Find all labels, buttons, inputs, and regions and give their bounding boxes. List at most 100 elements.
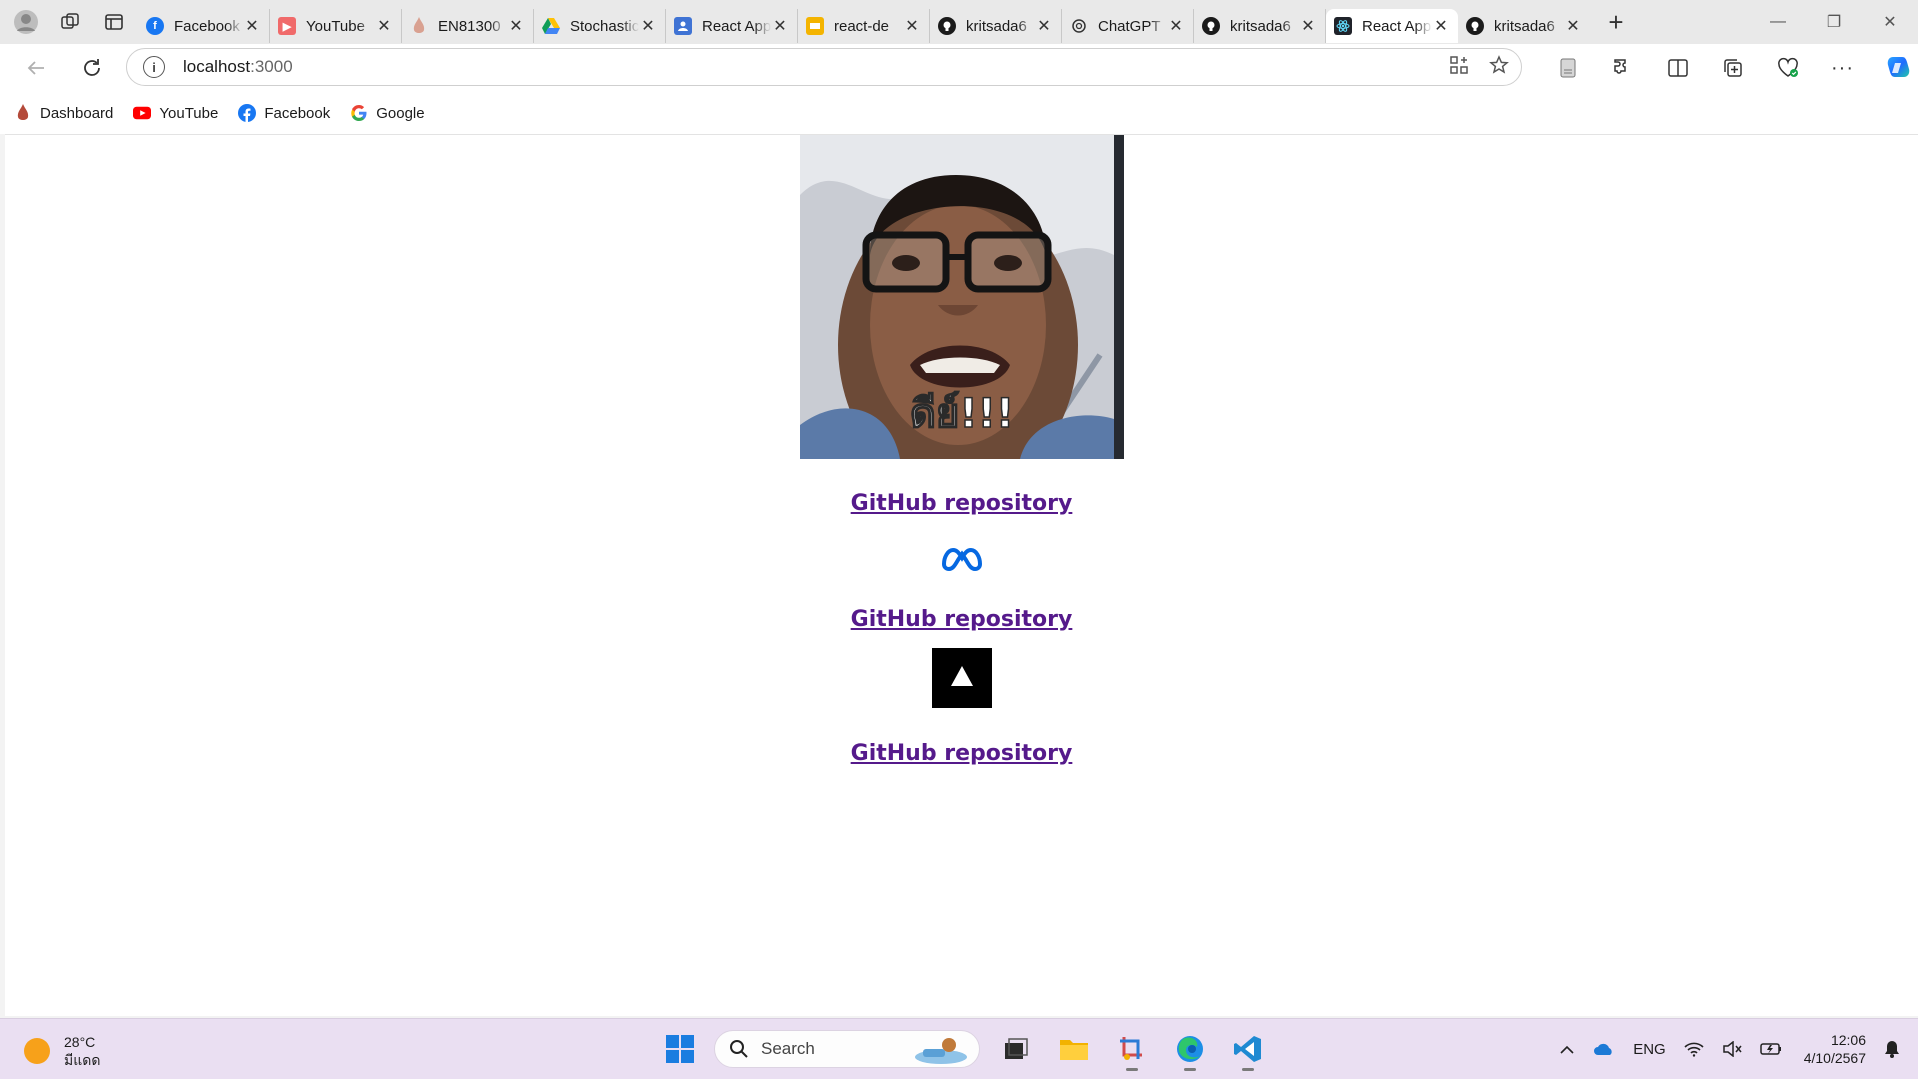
close-icon[interactable]: ✕ — [375, 16, 393, 36]
file-explorer-button[interactable] — [1052, 1027, 1096, 1071]
weather-temperature: 28°C — [64, 1034, 96, 1050]
github-repository-link[interactable]: GitHub repository — [851, 741, 1073, 766]
plus-icon: + — [1608, 6, 1624, 37]
notification-bell-icon[interactable] — [1884, 1040, 1900, 1058]
github-repository-link[interactable]: GitHub repository — [851, 607, 1073, 632]
snipping-tool-button[interactable] — [1110, 1027, 1154, 1071]
copilot-button[interactable] — [1870, 48, 1918, 88]
tab-facebook[interactable]: f Facebook ✕ — [138, 9, 270, 43]
browser-toolbar: i localhost:3000 ··· — [0, 44, 1918, 92]
close-icon[interactable]: ✕ — [1167, 16, 1185, 36]
tab-stochastic[interactable]: Stochastic ✕ — [534, 9, 666, 43]
tab-github-2[interactable]: kritsada6 ✕ — [1194, 9, 1326, 43]
restore-button[interactable]: ❐ — [1806, 0, 1862, 44]
hero-photo: ดีย์!!! — [799, 135, 1124, 459]
tab-react-app-active[interactable]: React App ✕ — [1326, 9, 1458, 43]
profile-avatar[interactable] — [8, 4, 44, 40]
close-icon[interactable]: ✕ — [1299, 16, 1317, 36]
google-drive-icon — [542, 17, 560, 35]
favorite-star-icon[interactable] — [1489, 54, 1509, 80]
close-icon[interactable]: ✕ — [1432, 16, 1450, 36]
split-screen-icon — [1667, 59, 1688, 77]
tab-title: React App — [1362, 17, 1432, 35]
bookmark-dashboard[interactable]: Dashboard — [14, 104, 113, 122]
battery-icon[interactable] — [1759, 1042, 1782, 1056]
github-icon — [938, 17, 956, 35]
collections-button[interactable] — [1705, 48, 1760, 88]
close-icon[interactable]: ✕ — [639, 16, 657, 36]
system-tray: ENG 12:06 4/10/2567 — [1541, 1027, 1900, 1071]
new-tab-button[interactable]: + — [1596, 4, 1636, 40]
restore-icon: ❐ — [1826, 14, 1842, 31]
reading-view-button[interactable] — [1540, 48, 1595, 88]
bookmark-google[interactable]: Google — [350, 104, 425, 122]
workspaces-icon — [61, 13, 79, 29]
close-icon[interactable]: ✕ — [1564, 16, 1582, 36]
link-row-2: GitHub repository — [5, 607, 1918, 632]
tab-github-3[interactable]: kritsada6 ✕ — [1458, 9, 1590, 43]
tab-react-app-1[interactable]: React App ✕ — [666, 9, 798, 43]
bookmark-facebook[interactable]: Facebook — [238, 104, 330, 122]
tab-react-de[interactable]: react-de ✕ — [798, 9, 930, 43]
reload-button[interactable] — [70, 48, 114, 88]
bookmark-youtube[interactable]: YouTube — [133, 104, 218, 122]
github-repository-link[interactable]: GitHub repository — [851, 491, 1073, 516]
tab-title: React App — [702, 17, 771, 35]
youtube-icon — [133, 104, 152, 122]
taskbar-search[interactable]: Search — [714, 1030, 980, 1068]
url-text[interactable]: localhost:3000 — [183, 57, 293, 77]
edge-icon — [1177, 1036, 1203, 1062]
search-label: Search — [761, 1039, 815, 1058]
toolbar-tools: ··· — [1540, 48, 1918, 88]
tab-youtube[interactable]: ▶ YouTube ✕ — [270, 9, 402, 43]
bookmark-label: YouTube — [159, 104, 219, 122]
tab-actions-icon — [105, 14, 123, 30]
taskbar-apps: Search — [660, 1027, 1270, 1071]
weather-description: มีแดด — [64, 1052, 101, 1068]
chevron-up-icon[interactable] — [1559, 1044, 1575, 1054]
tab-en81300[interactable]: EN81300 ✕ — [402, 9, 534, 43]
close-icon[interactable]: ✕ — [243, 16, 261, 36]
start-button[interactable] — [660, 1029, 700, 1069]
volume-muted-icon[interactable] — [1722, 1041, 1742, 1057]
user-card-icon — [674, 17, 692, 35]
close-icon[interactable]: ✕ — [771, 16, 789, 36]
windows-taskbar: 28°C มีแดด Search ENG 12:06 4/10/2567 — [0, 1018, 1918, 1079]
vscode-button[interactable] — [1226, 1027, 1270, 1071]
task-view-button[interactable] — [994, 1027, 1038, 1071]
weather-widget[interactable]: 28°C มีแดด — [24, 1033, 100, 1069]
settings-menu-button[interactable]: ··· — [1815, 48, 1870, 88]
browser-essentials-button[interactable] — [1760, 48, 1815, 88]
onedrive-icon[interactable] — [1593, 1041, 1615, 1057]
chatgpt-icon — [1070, 17, 1088, 35]
page-icon — [1560, 58, 1575, 78]
close-icon[interactable]: ✕ — [1035, 16, 1053, 36]
split-screen-button[interactable] — [1650, 48, 1705, 88]
github-icon — [1466, 17, 1484, 35]
address-bar[interactable]: i localhost:3000 — [126, 48, 1522, 86]
snipping-tool-icon — [1120, 1037, 1142, 1060]
close-icon[interactable]: ✕ — [903, 16, 921, 36]
meta-logo-icon — [941, 547, 982, 572]
workspaces-button[interactable] — [52, 4, 88, 40]
tab-actions-button[interactable] — [96, 4, 132, 40]
clock[interactable]: 12:06 4/10/2567 — [1804, 1031, 1866, 1067]
app-available-icon[interactable] — [1449, 55, 1469, 80]
minimize-button[interactable]: — — [1750, 0, 1806, 44]
edge-button[interactable] — [1168, 1027, 1212, 1071]
extensions-button[interactable] — [1595, 48, 1650, 88]
tab-chatgpt[interactable]: ChatGPT ✕ — [1062, 9, 1194, 43]
back-button[interactable] — [14, 48, 58, 88]
tab-github-1[interactable]: kritsada6 ✕ — [930, 9, 1062, 43]
site-info-icon[interactable]: i — [143, 56, 165, 78]
tab-title: kritsada6 — [1494, 17, 1555, 35]
more-dots-icon: ··· — [1831, 56, 1854, 79]
tab-title: kritsada6 — [1230, 17, 1291, 35]
close-icon[interactable]: ✕ — [507, 16, 525, 36]
close-window-button[interactable]: ✕ — [1862, 0, 1918, 44]
language-indicator[interactable]: ENG — [1633, 1041, 1666, 1058]
reload-icon — [84, 59, 100, 76]
windows-logo-icon — [666, 1035, 694, 1063]
wifi-icon[interactable] — [1684, 1041, 1704, 1057]
tab-title: EN81300 — [438, 17, 501, 35]
